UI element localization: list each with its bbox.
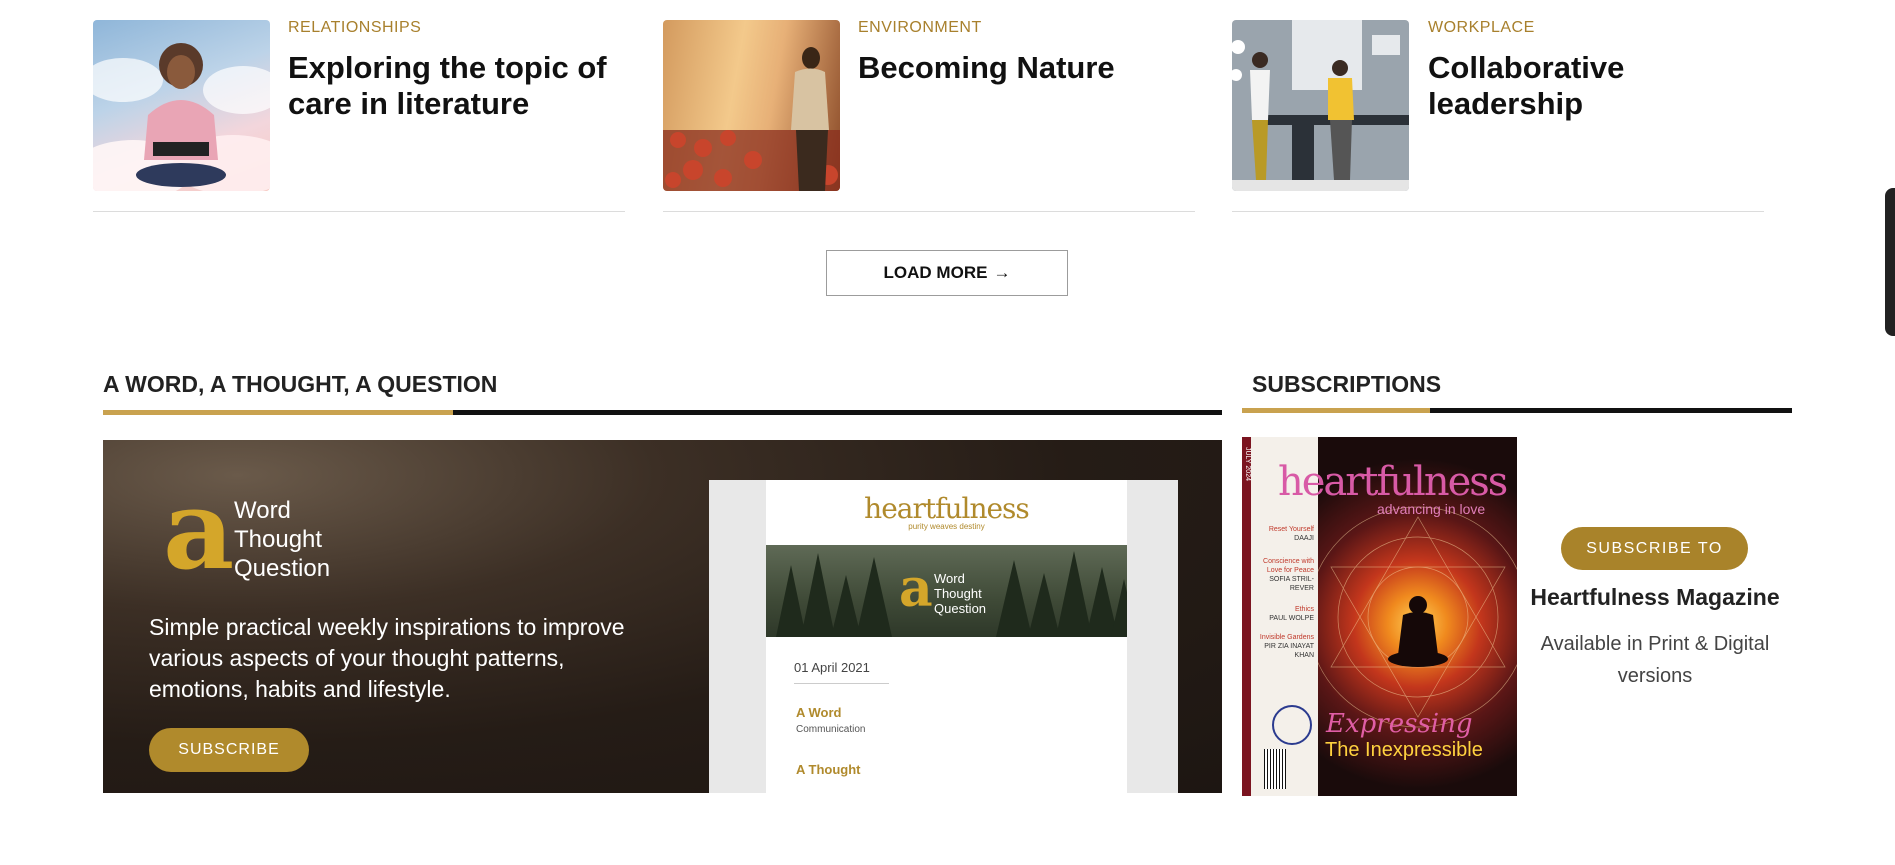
toc-title: Ethics: [1294, 606, 1314, 613]
barcode-icon: [1264, 749, 1286, 789]
magazine-toc-item: Conscience with Love for Peace SOFIA STR…: [1256, 557, 1314, 593]
subscribe-to-button[interactable]: SUBSCRIBE TO: [1561, 527, 1748, 570]
logo-word: Question: [934, 601, 987, 616]
toc-title: Conscience with Love for Peace: [1263, 558, 1314, 574]
newsletter-preview-page: heartfulness purity weaves destiny a Wor…: [766, 480, 1127, 793]
preview-logo-words: Word Thought Question: [934, 571, 986, 616]
toc-author: PAUL WOLPE: [1269, 615, 1314, 622]
preview-tagline: purity weaves destiny: [908, 522, 985, 531]
article-category[interactable]: RELATIONSHIPS: [288, 19, 421, 37]
preview-item-heading: A Word: [796, 705, 842, 720]
preview-date: 01 April 2021: [794, 660, 889, 684]
wtq-banner: a Word Thought Question Simple practical…: [103, 440, 1222, 793]
divider: [93, 211, 625, 212]
article-image[interactable]: [93, 20, 270, 191]
divider: [663, 211, 1195, 212]
magazine-cover[interactable]: JULY 2024 heartfulness advancing in love…: [1242, 437, 1517, 796]
magazine-toc-item: Ethics PAUL WOLPE: [1256, 605, 1314, 623]
toc-author: SOFIA STRIL-REVER: [1269, 576, 1314, 592]
magazine-issue: JULY 2024: [1244, 447, 1251, 481]
load-more-button[interactable]: LOAD MORE →: [826, 250, 1068, 296]
wtq-logo-words: Word Thought Question: [234, 496, 330, 583]
wtq-logo-letter: a: [163, 465, 235, 594]
preview-item-heading: A Thought: [796, 762, 861, 777]
article-image[interactable]: [663, 20, 840, 191]
toc-author: PIR ZIA INAYAT KHAN: [1264, 643, 1314, 659]
preview-brand: heartfulness: [864, 492, 1030, 525]
divider: [1232, 211, 1764, 212]
magazine-tagline: advancing in love: [1377, 501, 1486, 517]
article-category[interactable]: ENVIRONMENT: [858, 19, 982, 37]
section-title-subscriptions: SUBSCRIPTIONS: [1252, 371, 1442, 397]
wtq-description: Simple practical weekly inspirations to …: [149, 614, 625, 702]
logo-word: Word: [234, 497, 291, 524]
arrow-right-icon: →: [993, 263, 1011, 282]
load-more-label: LOAD MORE: [883, 263, 988, 282]
section-rule-accent: [1242, 408, 1430, 413]
section-title-wtq: A WORD, A THOUGHT, A QUESTION: [103, 371, 498, 397]
preview-item-sub: Communication: [796, 724, 866, 735]
toc-title: Reset Yourself: [1268, 526, 1314, 533]
newsletter-preview: heartfulness purity weaves destiny a Wor…: [709, 480, 1178, 793]
article-title[interactable]: Becoming Nature: [858, 50, 1178, 86]
side-widget-tab[interactable]: [1885, 188, 1895, 336]
logo-word: Word: [934, 571, 965, 586]
article-image[interactable]: [1232, 20, 1409, 191]
magazine-spine: [1242, 437, 1251, 796]
magazine-headline-1: Expressing: [1326, 709, 1473, 739]
subscribe-button[interactable]: SUBSCRIBE: [149, 728, 309, 772]
toc-author: DAAJI: [1294, 535, 1314, 542]
preview-logo-letter: a: [899, 558, 933, 619]
magazine-name: Heartfulness Magazine: [1530, 584, 1780, 610]
toc-title: Invisible Gardens: [1259, 634, 1314, 641]
logo-word: Thought: [934, 586, 982, 601]
article-title[interactable]: Exploring the topic of care in literatur…: [288, 50, 608, 122]
logo-word: Thought: [234, 526, 323, 553]
article-category[interactable]: WORKPLACE: [1428, 19, 1535, 37]
seal-icon: [1272, 705, 1312, 745]
magazine-toc-item: Invisible Gardens PIR ZIA INAYAT KHAN: [1256, 633, 1314, 660]
magazine-title: heartfulness: [1278, 459, 1508, 505]
section-rule-accent: [103, 410, 453, 415]
magazine-toc-item: Reset Yourself DAAJI: [1256, 525, 1314, 543]
article-title[interactable]: Collaborative leadership: [1428, 50, 1748, 122]
preview-forest-banner: a Word Thought Question: [766, 545, 1127, 637]
logo-word: Question: [234, 555, 331, 582]
magazine-headline-2: The Inexpressible: [1325, 739, 1483, 761]
magazine-availability: Available in Print & Digital versions: [1540, 633, 1770, 687]
